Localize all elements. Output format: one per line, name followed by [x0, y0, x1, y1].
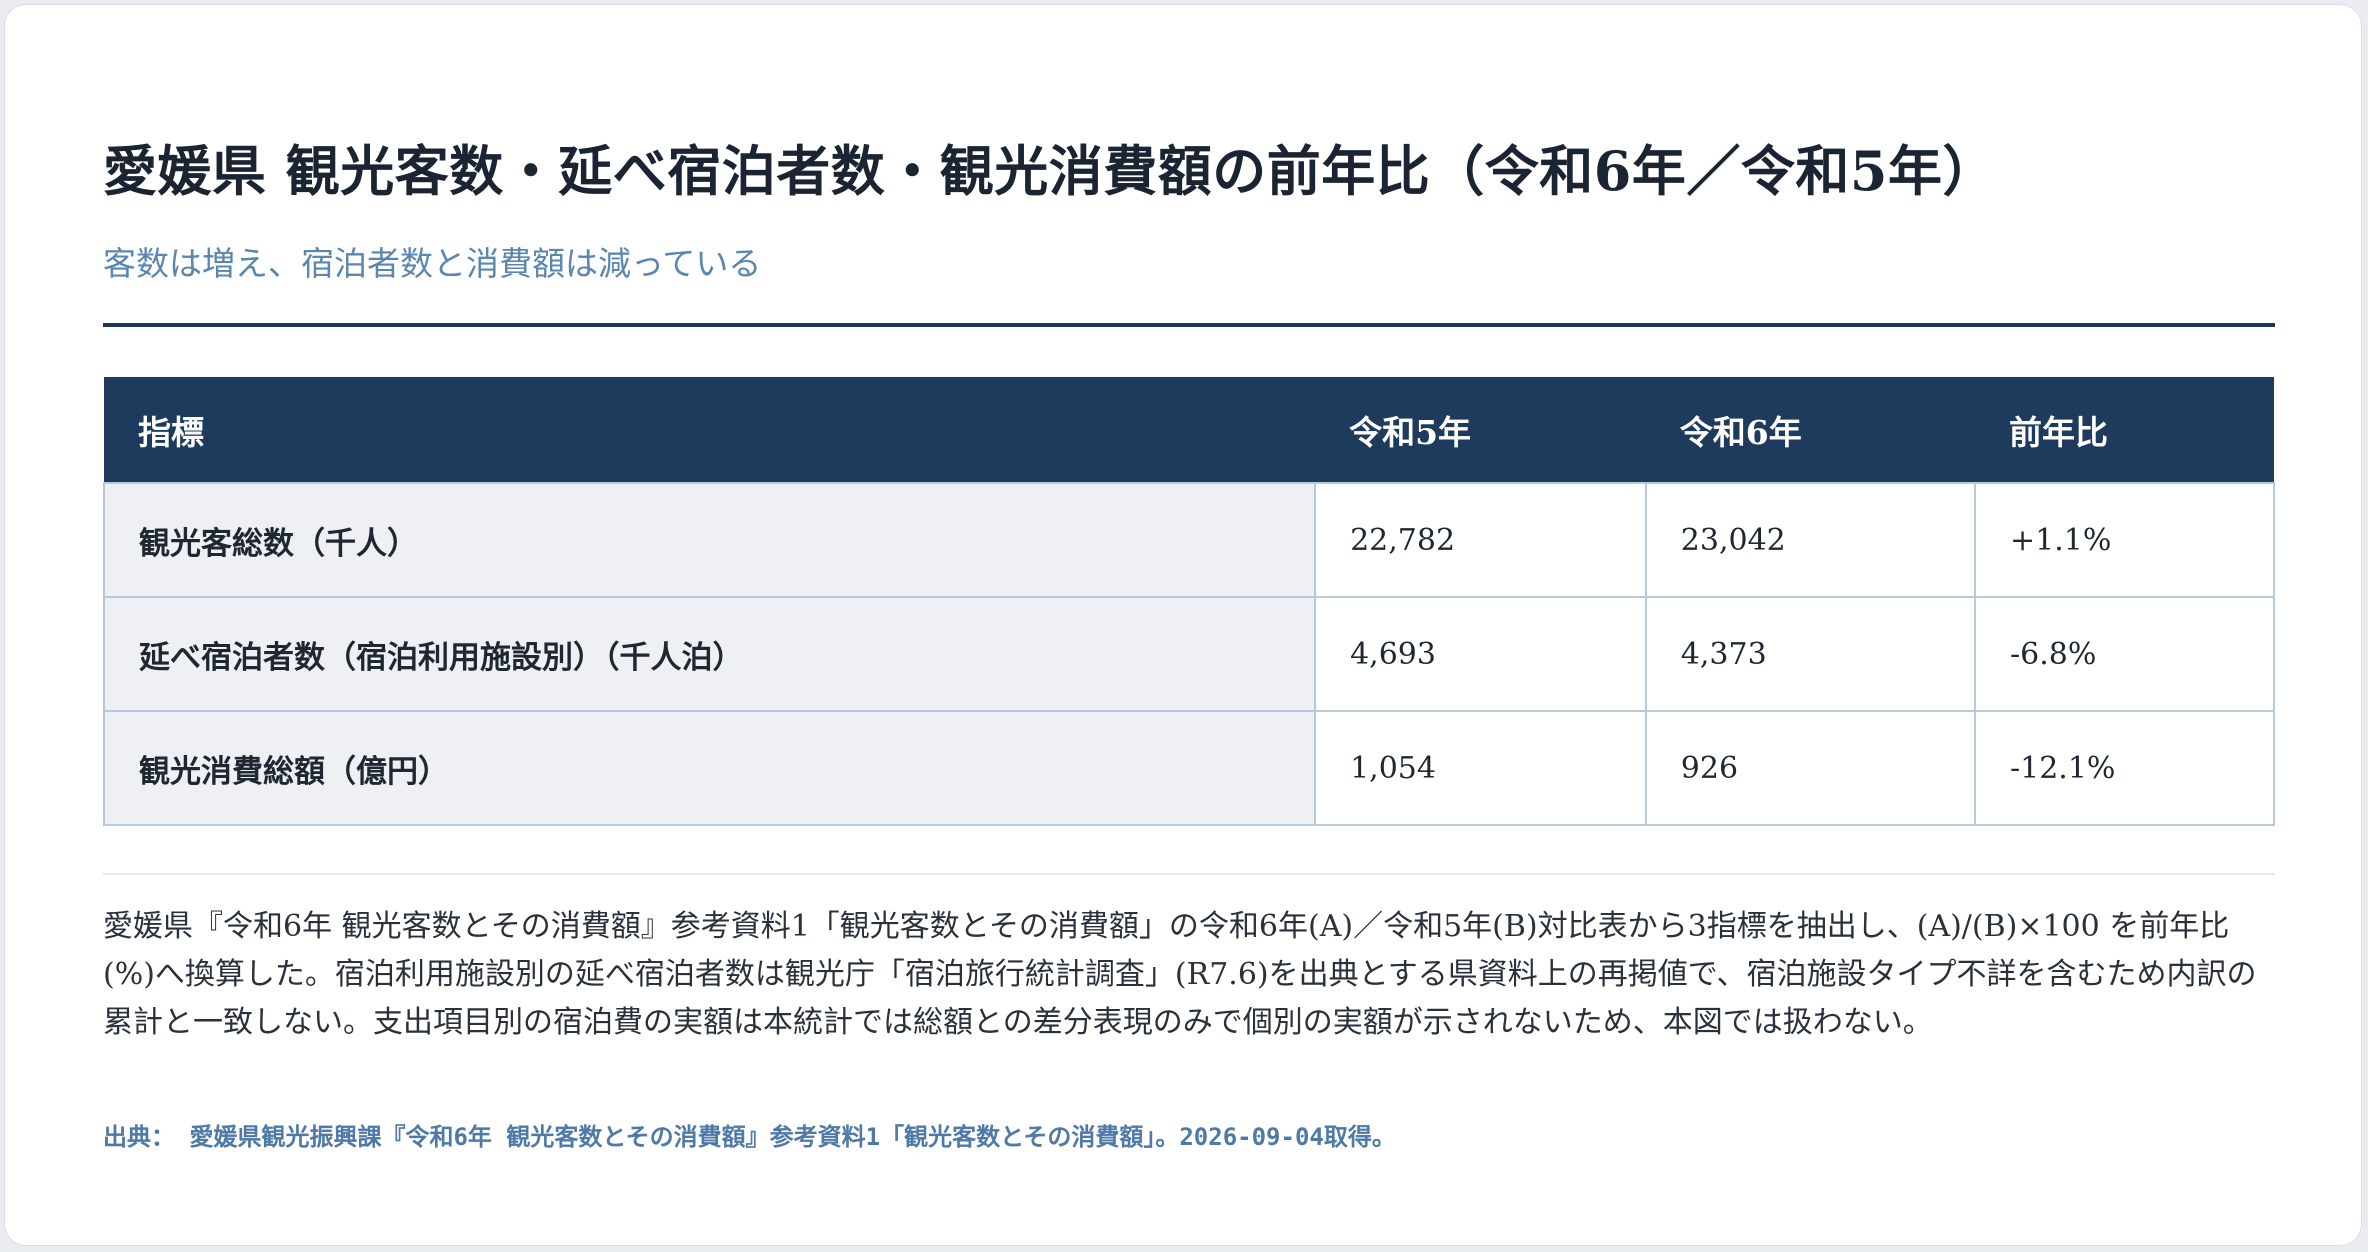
column-header-r5: 令和5年 — [1315, 377, 1646, 483]
title-rule — [103, 323, 2275, 327]
cell-r6: 926 — [1644, 710, 1976, 826]
row-label: 観光客総数（千人） — [102, 482, 1317, 598]
table-row: 観光客総数（千人） 22,782 23,042 +1.1% — [102, 482, 2276, 598]
table-row: 観光消費総額（億円） 1,054 926 -12.1% — [102, 710, 2276, 826]
cell-r5: 22,782 — [1314, 482, 1647, 598]
data-table: 指標 令和5年 令和6年 前年比 観光客総数（千人） 22,782 23,042… — [102, 377, 2276, 826]
method-note: 愛媛県『令和6年 観光客数とその消費額』参考資料1「観光客数とその消費額」の令和… — [103, 909, 2257, 1040]
cell-ratio: -6.8% — [1973, 596, 2276, 712]
page-title: 愛媛県 観光客数・延べ宿泊者数・観光消費額の前年比（令和6年／令和5年） — [103, 139, 1997, 203]
cell-r6: 4,373 — [1644, 596, 1976, 712]
source-line: 出典： 愛媛県観光振興課『令和6年 観光客数とその消費額』参考資料1「観光客数と… — [103, 1123, 1396, 1151]
cell-ratio: -12.1% — [1973, 710, 2276, 826]
footer-divider — [103, 873, 2275, 875]
page-subtitle: 客数は増え、宿泊者数と消費額は減っている — [103, 244, 762, 283]
row-label: 観光消費総額（億円） — [102, 710, 1317, 826]
table-header-row: 指標 令和5年 令和6年 前年比 — [104, 377, 2274, 483]
column-header-r6: 令和6年 — [1645, 377, 1975, 483]
cell-r6: 23,042 — [1644, 482, 1976, 598]
column-header-indicator: 指標 — [104, 377, 1316, 483]
table-row: 延べ宿泊者数（宿泊利用施設別）（千人泊） 4,693 4,373 -6.8% — [102, 596, 2276, 712]
cell-r5: 4,693 — [1314, 596, 1647, 712]
cell-r5: 1,054 — [1314, 710, 1647, 826]
column-header-ratio: 前年比 — [1974, 377, 2274, 483]
figure-card: 愛媛県 観光客数・延べ宿泊者数・観光消費額の前年比（令和6年／令和5年） 客数は… — [4, 4, 2362, 1246]
cell-ratio: +1.1% — [1973, 482, 2276, 598]
row-label: 延べ宿泊者数（宿泊利用施設別）（千人泊） — [102, 596, 1317, 712]
